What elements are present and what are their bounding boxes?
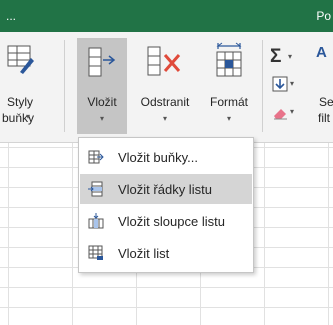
group-separator bbox=[262, 40, 263, 132]
sort-filter-button[interactable]: A Se filt bbox=[314, 38, 333, 134]
menu-item-insert-cells[interactable]: Vložit buňky... bbox=[80, 142, 252, 172]
format-button[interactable]: Formát ▾ bbox=[202, 38, 256, 134]
insert-label: Vložit bbox=[87, 95, 117, 109]
menu-item-insert-sheet[interactable]: Vložit list bbox=[80, 238, 252, 268]
menu-item-label: Vložit řádky listu bbox=[118, 182, 212, 197]
delete-button[interactable]: Odstranit ▾ bbox=[130, 38, 200, 134]
group-separator bbox=[64, 40, 65, 132]
fill-caret: ▾ bbox=[290, 79, 295, 88]
menu-item-label: Vložit list bbox=[118, 246, 170, 261]
insert-rows-icon bbox=[88, 181, 103, 197]
cell-styles-caret: ▾ bbox=[26, 112, 31, 121]
sort-filter-label-line1: Se bbox=[319, 95, 333, 109]
cell-styles-label-line1: Styly bbox=[6, 95, 33, 109]
menu-item-label: Vložit sloupce listu bbox=[118, 214, 225, 229]
delete-icon bbox=[147, 46, 181, 76]
sort-filter-label-line2: filt bbox=[318, 111, 330, 125]
insert-caret: ▾ bbox=[99, 114, 104, 123]
cell-styles-button[interactable]: Styly buňky ▾ bbox=[0, 38, 36, 134]
autosum-caret: ▾ bbox=[288, 52, 293, 61]
menu-item-label: Vložit buňky... bbox=[118, 150, 198, 165]
fill-down-icon bbox=[272, 76, 288, 92]
clear-caret: ▾ bbox=[290, 107, 295, 116]
menu-item-insert-columns[interactable]: Vložit sloupce listu bbox=[80, 206, 252, 236]
title-left-text: ... bbox=[6, 9, 17, 23]
insert-cells-icon bbox=[88, 150, 104, 164]
eraser-icon bbox=[274, 109, 287, 120]
insert-icon bbox=[88, 47, 116, 77]
format-label: Formát bbox=[209, 95, 248, 109]
insert-button[interactable]: Vložit ▾ bbox=[77, 38, 127, 134]
ribbon: Styly buňky ▾ Vložit ▾ Odstranit ▾ Formá… bbox=[0, 32, 333, 143]
autosum-button[interactable]: Σ ▾ bbox=[270, 46, 312, 68]
delete-caret: ▾ bbox=[162, 114, 167, 123]
clear-button[interactable]: ▾ bbox=[272, 104, 312, 124]
cell-styles-icon bbox=[7, 45, 34, 74]
format-caret: ▾ bbox=[226, 114, 231, 123]
format-icon bbox=[216, 42, 242, 77]
title-bar: ... Po bbox=[0, 0, 333, 32]
cell-styles-label-line2: buňky bbox=[1, 111, 35, 125]
insert-sheet-icon bbox=[88, 245, 103, 260]
delete-label: Odstranit bbox=[140, 95, 190, 109]
autosum-icon: Σ bbox=[270, 46, 282, 67]
fill-button[interactable]: ▾ bbox=[272, 76, 312, 96]
sort-filter-icon: A bbox=[316, 44, 327, 61]
insert-dropdown-menu: Vložit buňky... Vložit řádky listu Vloži… bbox=[78, 137, 254, 273]
menu-item-insert-rows[interactable]: Vložit řádky listu bbox=[80, 174, 252, 204]
insert-columns-icon bbox=[88, 213, 104, 229]
title-right-text: Po bbox=[316, 9, 331, 23]
